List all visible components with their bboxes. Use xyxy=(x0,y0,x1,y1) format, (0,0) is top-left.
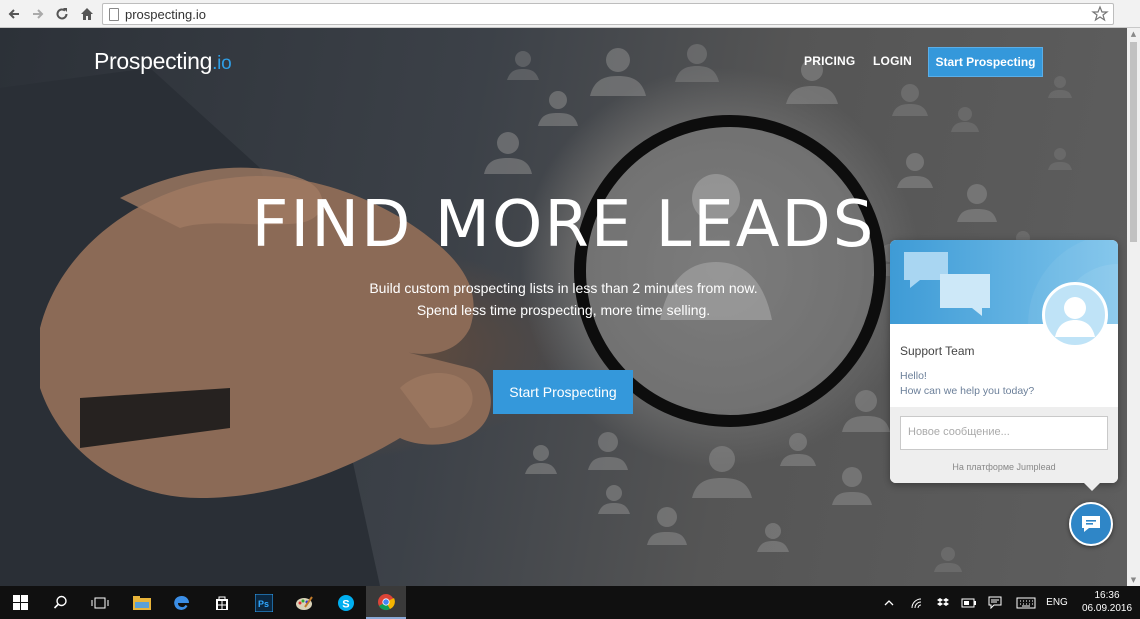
paint-icon[interactable] xyxy=(284,586,324,619)
chat-icon xyxy=(1082,516,1100,532)
home-icon[interactable] xyxy=(77,4,97,24)
svg-text:S: S xyxy=(342,598,349,610)
taskbar-clock[interactable]: 16:36 06.09.2016 xyxy=(1082,589,1132,615)
site-logo[interactable]: Prospecting.io xyxy=(94,48,232,75)
skype-icon[interactable]: S xyxy=(326,586,366,619)
windows-taskbar: Ps S ENG 16:36 06.09.2016 xyxy=(0,586,1140,619)
address-bar[interactable]: prospecting.io xyxy=(102,3,1114,25)
forward-icon[interactable] xyxy=(28,4,48,24)
scroll-down-icon[interactable]: ▼ xyxy=(1127,574,1140,586)
action-center-icon[interactable] xyxy=(984,586,1006,619)
store-icon[interactable] xyxy=(202,586,242,619)
chat-powered-by: На платформе Jumplead xyxy=(952,462,1056,472)
chat-team-name: Support Team xyxy=(900,344,975,358)
chrome-icon[interactable] xyxy=(366,586,406,619)
edge-icon[interactable] xyxy=(162,586,202,619)
search-icon[interactable] xyxy=(40,586,80,619)
browser-toolbar: prospecting.io xyxy=(0,0,1140,28)
nav-login-link[interactable]: LOGIN xyxy=(873,54,912,68)
back-icon[interactable] xyxy=(4,4,24,24)
reload-icon[interactable] xyxy=(52,4,72,24)
file-explorer-icon[interactable] xyxy=(122,586,162,619)
svg-text:Ps: Ps xyxy=(258,599,269,609)
battery-icon[interactable] xyxy=(958,586,980,619)
nav-pricing-link[interactable]: PRICING xyxy=(804,54,855,68)
chat-question: How can we help you today? xyxy=(900,385,1035,397)
nav-start-prospecting-button[interactable]: Start Prospecting xyxy=(928,47,1043,77)
page-scrollbar[interactable]: ▲ ▼ xyxy=(1127,28,1140,586)
clock-date: 06.09.2016 xyxy=(1082,603,1133,614)
hero-start-prospecting-button[interactable]: Start Prospecting xyxy=(493,370,633,414)
bookmark-star-icon[interactable] xyxy=(1091,5,1109,23)
wifi-icon[interactable] xyxy=(906,586,928,619)
url-text[interactable]: prospecting.io xyxy=(125,7,206,22)
chat-message-input[interactable]: Новое сообщение... xyxy=(900,416,1108,450)
chat-widget: Support Team Hello! How can we help you … xyxy=(890,240,1118,483)
scroll-up-icon[interactable]: ▲ xyxy=(1127,28,1140,40)
scrollbar-thumb[interactable] xyxy=(1130,42,1137,242)
chat-launcher-button[interactable] xyxy=(1069,502,1113,546)
page-icon xyxy=(109,8,119,21)
language-indicator[interactable]: ENG xyxy=(1042,586,1072,619)
logo-main: Prospecting xyxy=(94,48,213,74)
windows-start-icon[interactable] xyxy=(0,586,40,619)
tray-chevron-up-icon[interactable] xyxy=(880,586,898,619)
support-avatar xyxy=(1042,282,1108,348)
task-view-icon[interactable] xyxy=(80,586,120,619)
keyboard-icon[interactable] xyxy=(1012,586,1040,619)
logo-tld: .io xyxy=(212,53,232,74)
clock-time: 16:36 xyxy=(1094,590,1120,601)
chat-greeting: Hello! xyxy=(900,370,927,382)
dropbox-icon[interactable] xyxy=(932,586,954,619)
chat-tail xyxy=(1082,481,1102,491)
photoshop-icon[interactable]: Ps xyxy=(244,586,284,619)
